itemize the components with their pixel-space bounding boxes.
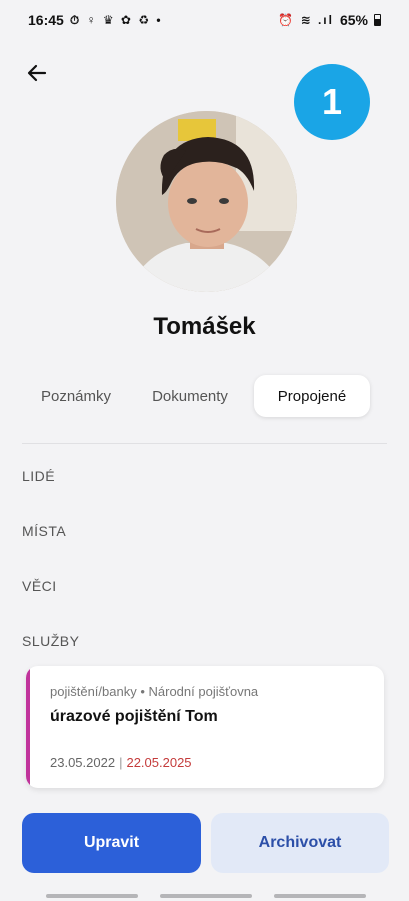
card-meta: pojištění/banky • Národní pojišťovna (50, 684, 259, 699)
section-places[interactable]: MÍSTA (22, 523, 66, 539)
battery-percent: 65% (339, 12, 368, 28)
divider (22, 443, 387, 444)
nav-handle-right[interactable] (274, 894, 366, 898)
notification-icons: ⏱ ♀ ♛ ✿ ♻ • (69, 12, 163, 27)
date-separator: | (119, 755, 123, 770)
tab-linked[interactable]: Propojené (254, 375, 370, 417)
profile-name: Tomášek (153, 313, 256, 340)
section-services[interactable]: SLUŽBY (22, 633, 79, 649)
nav-handle-left[interactable] (46, 894, 138, 898)
section-people[interactable]: LIDÉ (22, 468, 55, 484)
avatar (116, 111, 297, 292)
arrow-left-icon (27, 64, 47, 82)
date-start: 23.05.2022 (50, 755, 116, 770)
archive-button[interactable]: Archivovat (211, 813, 389, 873)
section-things[interactable]: VĚCI (22, 578, 57, 594)
system-icons: ⏰ ≋ .ıl (278, 13, 334, 27)
profile-photo (116, 111, 297, 292)
card-title: úrazové pojištění Tom (50, 708, 218, 725)
system-nav-bar (0, 894, 409, 901)
back-button[interactable] (20, 56, 54, 90)
nav-handle-center[interactable] (160, 894, 252, 898)
card-accent-bar (26, 666, 30, 788)
tab-documents[interactable]: Dokumenty (130, 375, 250, 417)
step-number-badge: 1 (294, 64, 370, 140)
battery-icon (374, 14, 381, 26)
service-card[interactable]: pojištění/banky • Národní pojišťovna úra… (26, 666, 384, 788)
status-right: ⏰ ≋ .ıl 65% (278, 12, 381, 28)
status-time: 16:45 (28, 12, 64, 28)
status-left: 16:45 ⏱ ♀ ♛ ✿ ♻ • (28, 12, 163, 28)
tab-notes[interactable]: Poznámky (22, 375, 130, 417)
status-bar: 16:45 ⏱ ♀ ♛ ✿ ♻ • ⏰ ≋ .ıl 65% (0, 0, 409, 40)
date-end: 22.05.2025 (126, 755, 192, 770)
tab-bar: Poznámky Dokumenty Propojené (22, 375, 372, 417)
card-dates: 23.05.2022 | 22.05.2025 (50, 755, 192, 770)
edit-button[interactable]: Upravit (22, 813, 201, 873)
